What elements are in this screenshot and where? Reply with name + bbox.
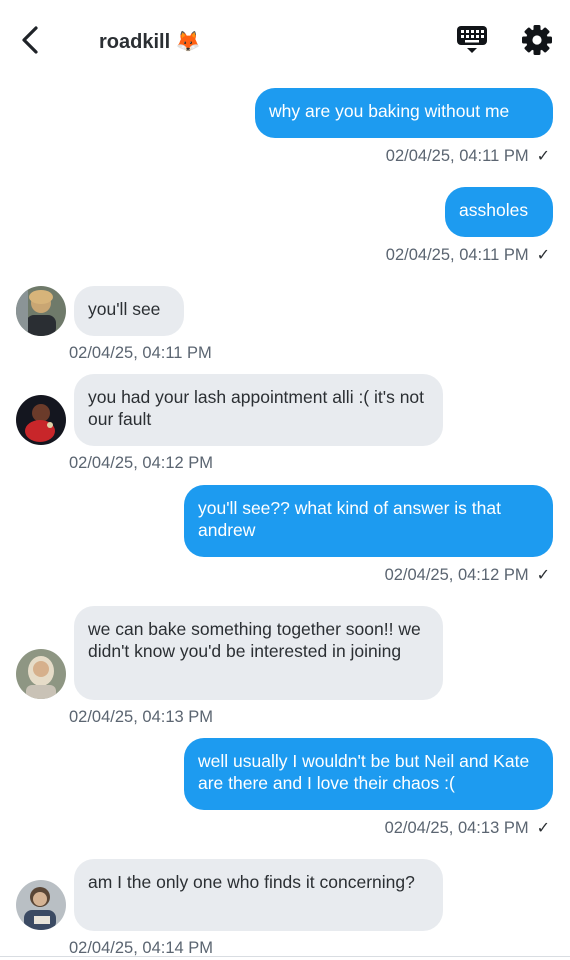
chat-header: roadkill 🦊 (0, 0, 570, 80)
read-check-icon: ✓ (536, 148, 550, 165)
message-text: we can bake something together soon!! we… (88, 619, 421, 661)
avatar[interactable] (16, 395, 66, 445)
message-timestamp: 02/04/25, 04:13 PM ✓ (384, 819, 550, 837)
conversation-title[interactable]: roadkill 🦊 (99, 29, 201, 54)
message-text: you had your lash appointment alli :( it… (88, 387, 425, 429)
message-text: well usually I wouldn't be but Neil and … (198, 751, 530, 793)
message-bubble[interactable]: well usually I wouldn't be but Neil and … (184, 738, 553, 810)
message-bubble[interactable]: you'll see?? what kind of answer is that… (184, 485, 553, 557)
message-text: am I the only one who finds it concernin… (88, 872, 415, 892)
message-bubble[interactable]: why are you baking without me (255, 88, 553, 138)
avatar[interactable] (16, 286, 66, 336)
message-text: you'll see?? what kind of answer is that… (198, 498, 501, 540)
message-thread[interactable]: why are you baking without me 02/04/25, … (0, 80, 570, 960)
message-bubble[interactable]: assholes (445, 187, 553, 237)
composer-divider (0, 956, 570, 957)
read-check-icon: ✓ (536, 247, 550, 264)
message-timestamp: 02/04/25, 04:12 PM ✓ (384, 566, 550, 584)
message-timestamp: 02/04/25, 04:11 PM (69, 344, 212, 362)
message-bubble[interactable]: you'll see (74, 286, 184, 336)
settings-gear-icon[interactable] (519, 22, 555, 58)
message-timestamp: 02/04/25, 04:12 PM (69, 454, 214, 472)
keyboard-icon[interactable] (455, 22, 489, 56)
message-bubble[interactable]: am I the only one who finds it concernin… (74, 859, 443, 931)
message-timestamp: 02/04/25, 04:11 PM ✓ (385, 246, 550, 264)
message-text: assholes (459, 200, 529, 220)
message-bubble[interactable]: we can bake something together soon!! we… (74, 606, 443, 700)
message-text: you'll see (88, 299, 161, 319)
avatar[interactable] (16, 880, 66, 930)
message-bubble[interactable]: you had your lash appointment alli :( it… (74, 374, 443, 446)
read-check-icon: ✓ (536, 820, 550, 837)
read-check-icon: ✓ (536, 567, 550, 584)
message-text: why are you baking without me (269, 101, 510, 121)
message-timestamp: 02/04/25, 04:13 PM (69, 708, 214, 726)
avatar[interactable] (16, 649, 66, 699)
back-chevron-icon[interactable] (16, 20, 48, 60)
message-timestamp: 02/04/25, 04:11 PM ✓ (385, 147, 550, 165)
